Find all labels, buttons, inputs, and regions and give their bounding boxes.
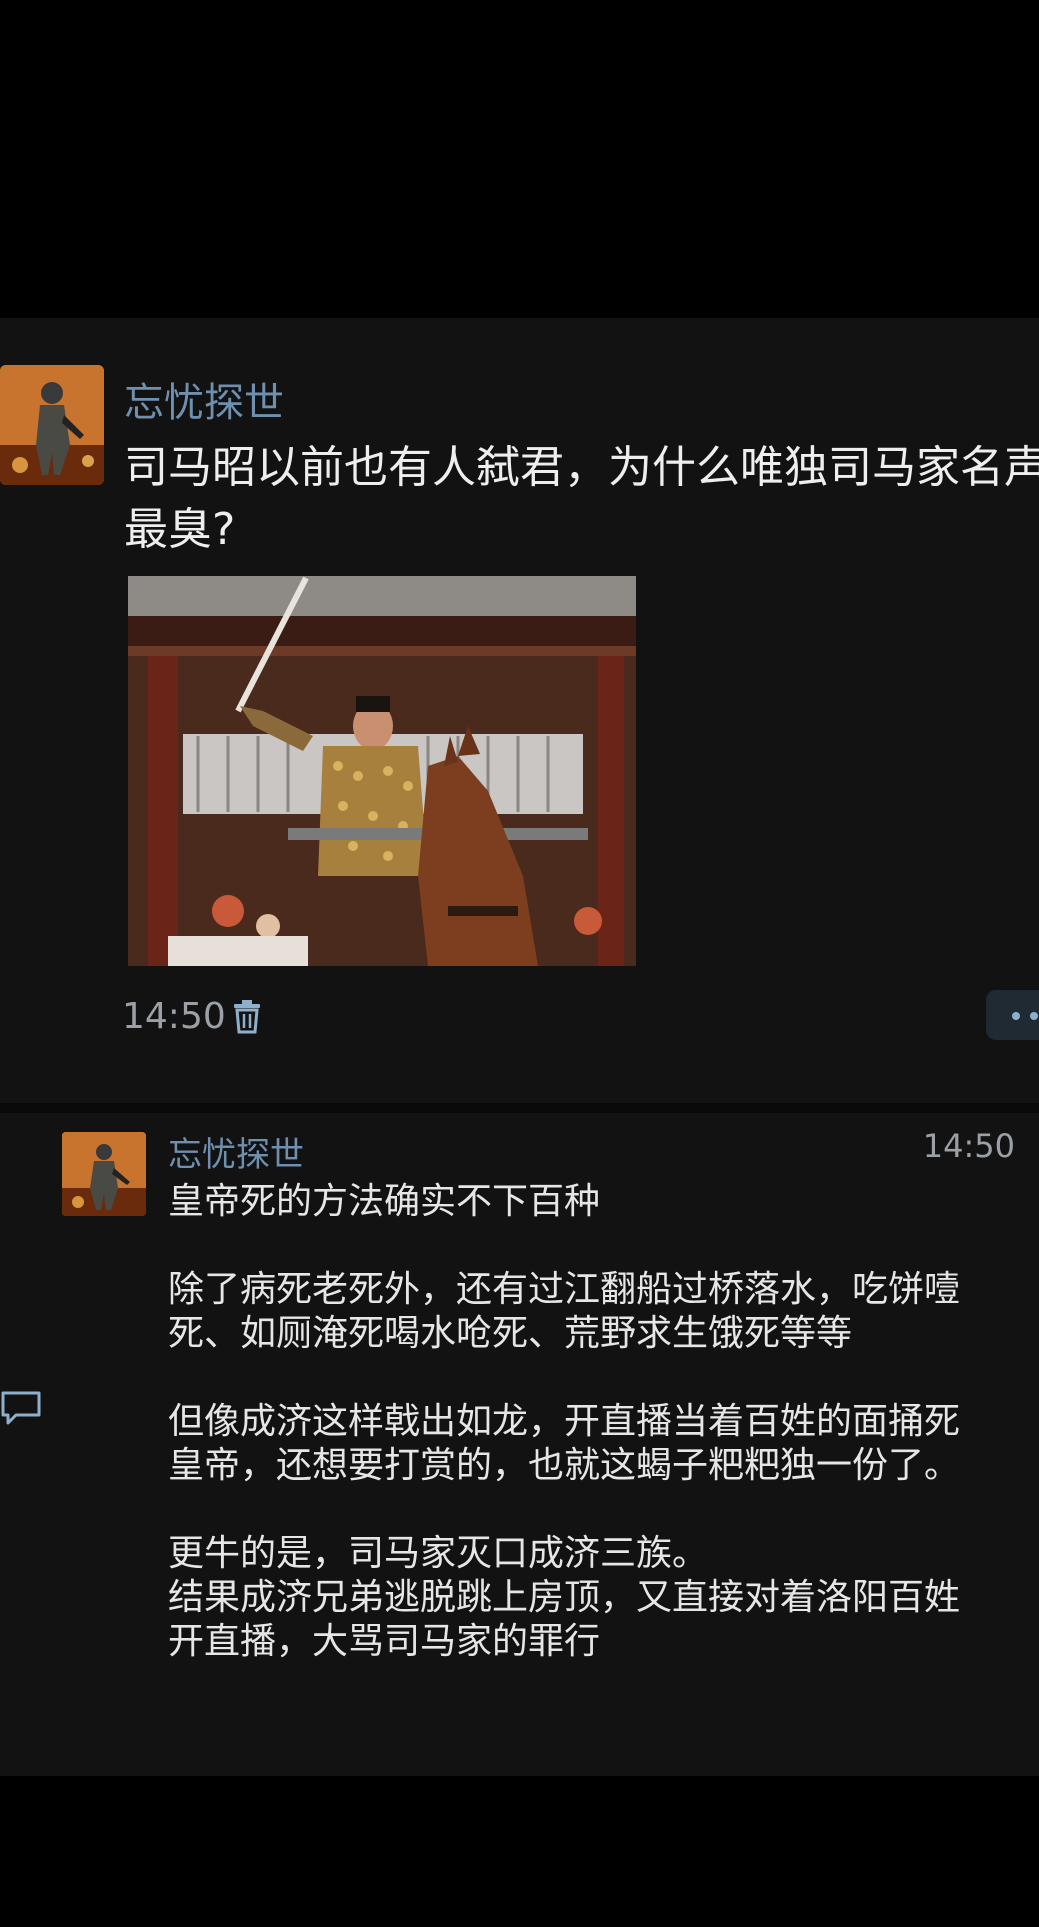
reply-timestamp: 14:50 [922,1127,1015,1165]
post-author-name[interactable]: 忘忧探世 [124,370,284,428]
reply-paragraph: 除了病死老死外，还有过江翻船过桥落水，吃饼噎 死、如厕淹死喝水呛死、荒野求生饿死… [168,1268,1039,1356]
more-dots-icon[interactable] [986,990,1039,1040]
post-title: 司马昭以前也有人弑君，为什么唯独司马家名声 最臭? [124,437,1039,561]
warrior-on-horse-image [128,576,636,966]
post-image[interactable] [128,576,636,966]
soldier-avatar-image [0,365,104,485]
reply-body: 皇帝死的方法确实不下百种 除了病死老死外，还有过江翻船过桥落水，吃饼噎 死、如厕… [168,1180,1039,1708]
reply-line: 开直播，大骂司马家的罪行 [168,1621,601,1662]
author-avatar[interactable] [0,365,104,485]
reply-line: 结果成济兄弟逃脱跳上房顶，又直接对着洛阳百姓 [168,1577,961,1618]
reply-line: 皇帝死的方法确实不下百种 [168,1181,601,1222]
reply-line: 死、如厕淹死喝水呛死、荒野求生饿死等等 [168,1313,853,1354]
reply-line: 皇帝，还想要打赏的，也就这蝎子粑粑独一份了。 [168,1445,961,1486]
reply-paragraph: 更牛的是，司马家灭口成济三族。 结果成济兄弟逃脱跳上房顶，又直接对着洛阳百姓 开… [168,1532,1039,1664]
section-divider [0,1103,1039,1113]
reply-author-name[interactable]: 忘忧探世 [168,1127,304,1176]
soldier-avatar-image [62,1132,146,1216]
reply-paragraph: 但像成济这样戟出如龙，开直播当着百姓的面捅死 皇帝，还想要打赏的，也就这蝎子粑粑… [168,1400,1039,1488]
reply-line: 除了病死老死外，还有过江翻船过桥落水，吃饼噎 [168,1269,961,1310]
post-title-line: 司马昭以前也有人弑君，为什么唯独司马家名声 [124,442,1039,493]
post-title-line: 最臭? [124,504,236,555]
post-timestamp: 14:50 [122,996,226,1037]
reply-author-avatar[interactable] [62,1132,146,1216]
trash-icon[interactable] [232,1000,262,1034]
comment-icon[interactable] [0,1390,42,1426]
reply-paragraph: 皇帝死的方法确实不下百种 [168,1180,1039,1224]
reply-line: 但像成济这样戟出如龙，开直播当着百姓的面捅死 [168,1401,961,1442]
reply-line: 更牛的是，司马家灭口成济三族。 [168,1533,709,1574]
